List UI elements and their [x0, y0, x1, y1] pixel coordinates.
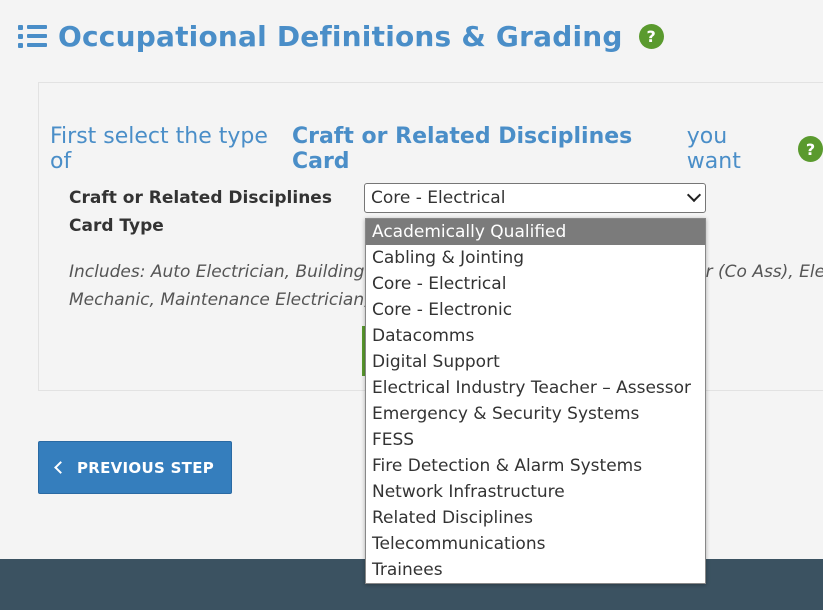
- previous-step-label: PREVIOUS STEP: [76, 458, 215, 477]
- dropdown-option[interactable]: Telecommunications: [366, 531, 705, 557]
- dropdown-option[interactable]: FESS: [366, 427, 705, 453]
- prompt-suffix: you want: [686, 124, 741, 174]
- dropdown-option[interactable]: Academically Qualified: [366, 219, 705, 245]
- dropdown-option[interactable]: Digital Support: [366, 349, 705, 375]
- card-type-label: Craft or Related Disciplines Card Type: [69, 184, 332, 240]
- includes-line1: Includes: Auto Electrician, Building C: [69, 262, 382, 282]
- page-title: Occupational Definitions & Grading: [58, 19, 623, 53]
- prompt-emphasis: Craft or Related Disciplines Card: [291, 124, 633, 174]
- dropdown-option[interactable]: Trainees: [366, 557, 705, 583]
- page-header: Occupational Definitions & Grading ?: [18, 16, 664, 56]
- card-type-label-line2: Card Type: [69, 216, 164, 236]
- prompt-prefix: First select the type of: [50, 124, 268, 174]
- select-value: Core - Electrical: [371, 188, 506, 208]
- dropdown-option[interactable]: Network Infrastructure: [366, 479, 705, 505]
- dropdown-option[interactable]: Emergency & Security Systems: [366, 401, 705, 427]
- help-icon[interactable]: ?: [798, 136, 823, 162]
- card-type-label-line1: Craft or Related Disciplines: [69, 188, 332, 208]
- dropdown-option[interactable]: Related Disciplines: [366, 505, 705, 531]
- dropdown-option[interactable]: Core - Electronic: [366, 297, 705, 323]
- chevron-down-icon: [686, 187, 702, 203]
- dropdown-option[interactable]: Datacomms: [366, 323, 705, 349]
- card-type-prompt: First select the type of Craft or Relate…: [50, 124, 823, 174]
- help-icon[interactable]: ?: [638, 23, 664, 49]
- previous-step-button[interactable]: PREVIOUS STEP: [38, 441, 232, 494]
- dropdown-option[interactable]: Core - Electrical: [366, 271, 705, 297]
- card-type-select[interactable]: Core - Electrical: [364, 183, 706, 213]
- dropdown-option[interactable]: Electrical Industry Teacher – Assessor: [366, 375, 705, 401]
- dropdown-option[interactable]: Fire Detection & Alarm Systems: [366, 453, 705, 479]
- list-icon: [18, 24, 48, 48]
- card-type-dropdown: Academically Qualified Cabling & Jointin…: [365, 218, 706, 584]
- dropdown-option[interactable]: Cabling & Jointing: [366, 245, 705, 271]
- chevron-left-icon: [54, 461, 67, 474]
